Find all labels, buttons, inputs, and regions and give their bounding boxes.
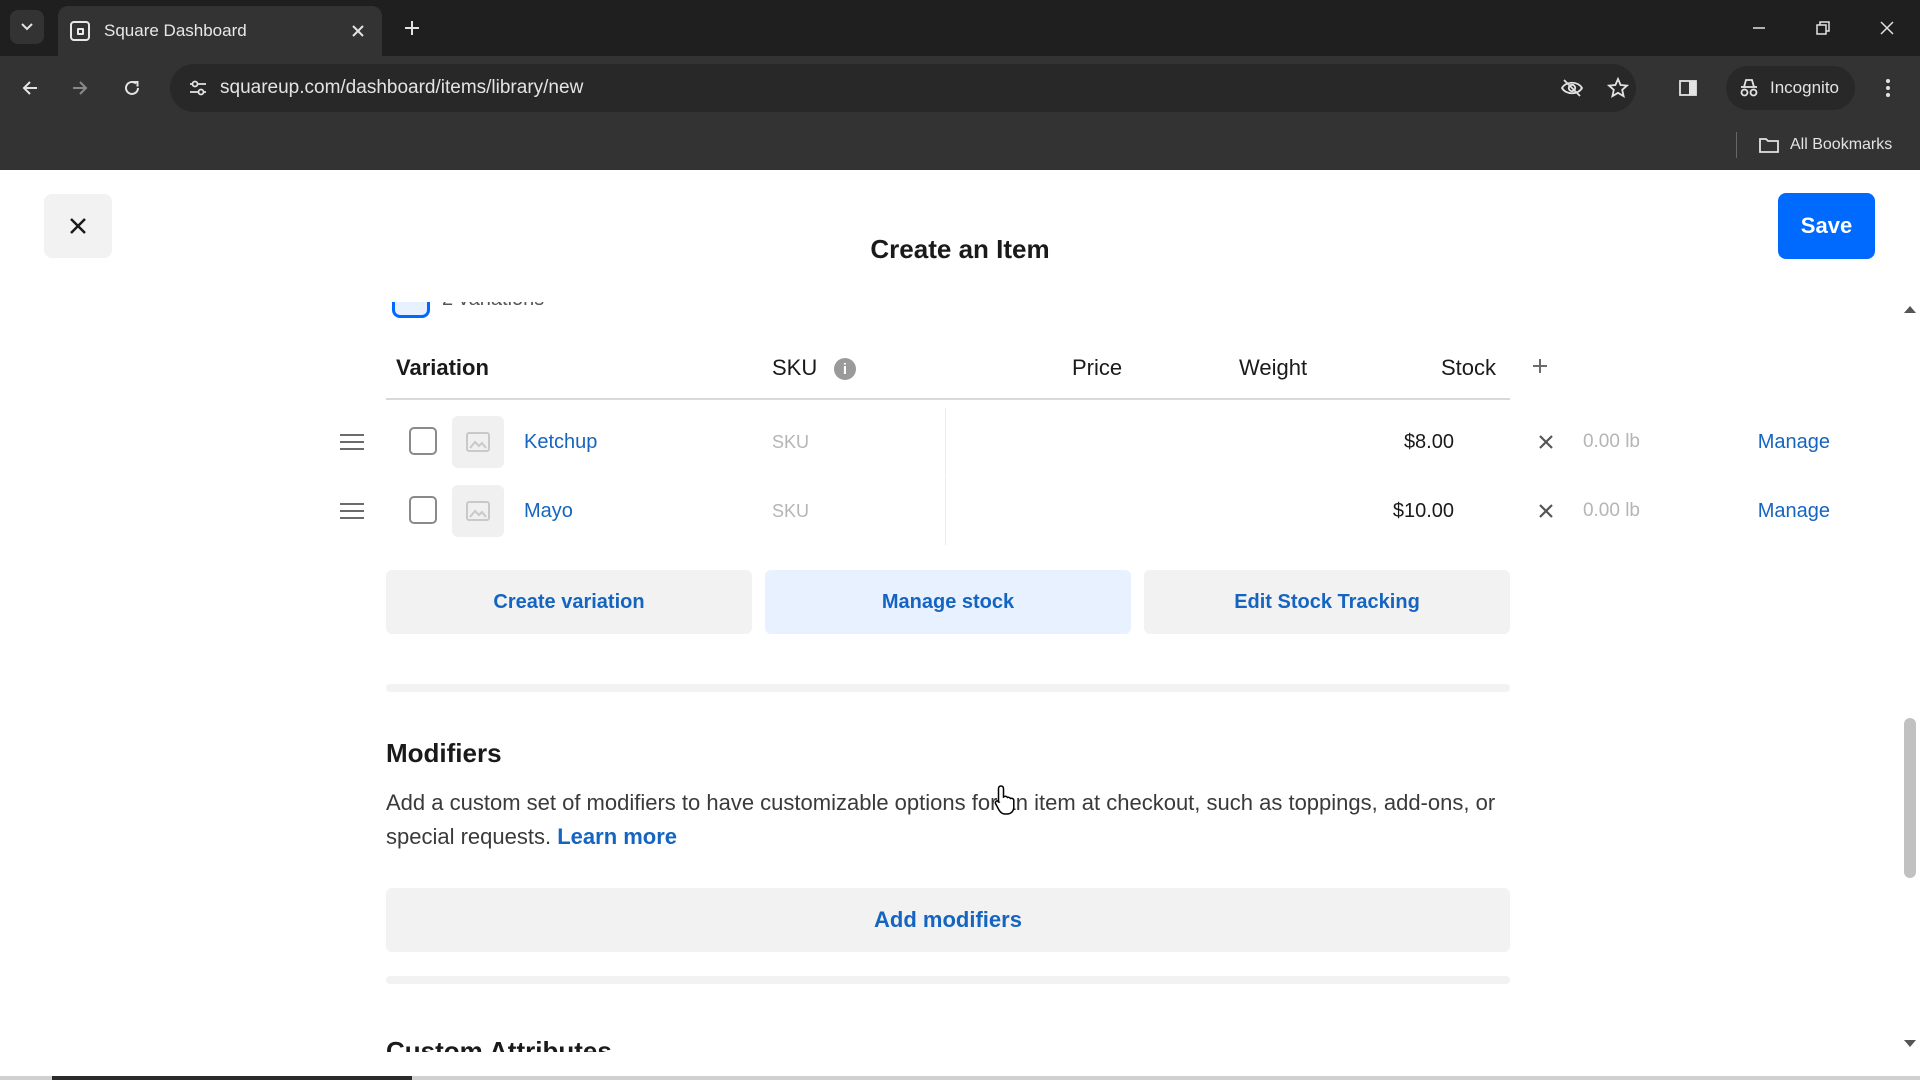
square-favicon-icon bbox=[70, 21, 90, 41]
reload-icon bbox=[125, 80, 139, 95]
reload-button[interactable] bbox=[114, 70, 150, 106]
close-icon bbox=[1880, 21, 1894, 35]
window-close-button[interactable] bbox=[1864, 8, 1910, 48]
address-bar[interactable]: squareup.com/dashboard/items/library/new bbox=[170, 64, 1636, 112]
section-divider bbox=[386, 684, 1510, 692]
browser-tab-bar: Square Dashboard bbox=[0, 0, 1920, 56]
page-scrollbar[interactable] bbox=[1900, 302, 1920, 1052]
add-column-button[interactable] bbox=[1524, 350, 1556, 382]
select-all-checkbox[interactable] bbox=[392, 302, 430, 318]
variation-name[interactable]: Ketchup bbox=[524, 408, 597, 476]
tab-search-button[interactable] bbox=[10, 10, 44, 44]
image-placeholder-icon[interactable] bbox=[452, 485, 504, 537]
column-price: Price bbox=[1072, 355, 1123, 380]
close-icon bbox=[70, 218, 86, 234]
variation-name[interactable]: Mayo bbox=[524, 477, 573, 545]
drag-handle-icon[interactable] bbox=[340, 503, 364, 519]
close-icon bbox=[1539, 435, 1553, 449]
tab-title: Square Dashboard bbox=[104, 21, 247, 40]
manage-stock-button[interactable]: Manage stock bbox=[765, 570, 1131, 634]
item-form-content: 2 variations Variation SKU i Price Weigh… bbox=[0, 302, 1900, 1052]
incognito-icon bbox=[1740, 79, 1758, 97]
site-info-button[interactable] bbox=[180, 70, 216, 106]
create-variation-button[interactable]: Create variation bbox=[386, 570, 752, 634]
all-bookmarks-button[interactable]: All Bookmarks bbox=[1758, 120, 1892, 170]
more-vertical-icon bbox=[1886, 79, 1890, 97]
minimize-button[interactable] bbox=[1736, 8, 1782, 48]
bookmark-star-icon[interactable] bbox=[1600, 70, 1636, 106]
restore-button[interactable] bbox=[1800, 8, 1846, 48]
page-title: Create an Item bbox=[870, 234, 1050, 264]
row-checkbox[interactable] bbox=[409, 427, 437, 455]
save-button[interactable]: Save bbox=[1778, 193, 1875, 259]
modifiers-description: Add a custom set of modifiers to have cu… bbox=[386, 786, 1510, 854]
manage-stock-link[interactable]: Manage bbox=[1428, 408, 1830, 476]
restore-icon bbox=[1816, 21, 1830, 35]
tune-icon bbox=[190, 80, 206, 96]
variations-count: 2 variations bbox=[442, 302, 544, 311]
scroll-up-arrow-icon[interactable] bbox=[1904, 306, 1916, 313]
new-tab-button[interactable] bbox=[396, 12, 428, 44]
sku-input[interactable]: SKU bbox=[760, 408, 946, 476]
arrow-right-icon bbox=[73, 81, 88, 95]
image-placeholder-icon[interactable] bbox=[452, 416, 504, 468]
column-variation: Variation bbox=[396, 355, 489, 380]
side-panel-button[interactable] bbox=[1670, 70, 1706, 106]
hand-cursor-icon bbox=[994, 785, 1015, 815]
custom-attributes-title: Custom Attributes bbox=[386, 1036, 612, 1052]
add-modifiers-button[interactable]: Add modifiers bbox=[386, 888, 1510, 952]
column-sku: SKU bbox=[772, 355, 818, 380]
arrow-left-icon bbox=[22, 81, 37, 95]
browser-toolbar: squareup.com/dashboard/items/library/new… bbox=[0, 56, 1920, 120]
minimize-icon bbox=[1753, 27, 1765, 29]
tab-close-button[interactable] bbox=[344, 17, 372, 45]
page-bottom-border bbox=[0, 1076, 1920, 1080]
remove-variation-button[interactable] bbox=[1532, 428, 1560, 456]
section-divider bbox=[386, 976, 1510, 984]
drag-handle-icon[interactable] bbox=[340, 434, 364, 450]
create-item-page: Create an Item Save 2 variations Variati… bbox=[0, 170, 1920, 1080]
row-checkbox[interactable] bbox=[409, 496, 437, 524]
edit-stock-tracking-button[interactable]: Edit Stock Tracking bbox=[1144, 570, 1510, 634]
manage-stock-link[interactable]: Manage bbox=[1428, 477, 1830, 545]
side-panel-icon bbox=[1679, 80, 1697, 96]
variations-table-header: Variation SKU i Price Weight Stock bbox=[386, 336, 1510, 400]
sku-info-icon[interactable]: i bbox=[834, 358, 856, 380]
learn-more-link[interactable]: Learn more bbox=[557, 824, 677, 849]
remove-variation-button[interactable] bbox=[1532, 497, 1560, 525]
modifiers-title: Modifiers bbox=[386, 738, 502, 768]
close-icon bbox=[352, 25, 364, 37]
incognito-indicator[interactable]: Incognito bbox=[1726, 66, 1855, 110]
chevron-down-icon bbox=[21, 23, 33, 31]
forward-button[interactable] bbox=[62, 70, 98, 106]
browser-menu-button[interactable] bbox=[1870, 70, 1906, 106]
incognito-label: Incognito bbox=[1770, 78, 1839, 97]
scroll-down-arrow-icon[interactable] bbox=[1904, 1040, 1916, 1047]
bookmarks-bar: All Bookmarks bbox=[0, 120, 1920, 170]
back-button[interactable] bbox=[12, 70, 48, 106]
variation-row: Ketchup SKU $8.00 0.00 lb Manage bbox=[330, 408, 1830, 476]
sku-input[interactable]: SKU bbox=[760, 477, 946, 545]
folder-icon bbox=[1759, 138, 1779, 153]
plus-icon bbox=[405, 21, 419, 35]
bookmarks-divider bbox=[1736, 132, 1737, 158]
eye-off-icon[interactable] bbox=[1554, 70, 1590, 106]
browser-tab[interactable]: Square Dashboard bbox=[58, 6, 382, 56]
url-text: squareup.com/dashboard/items/library/new bbox=[220, 77, 584, 98]
all-bookmarks-label: All Bookmarks bbox=[1790, 136, 1893, 153]
column-weight: Weight bbox=[1239, 355, 1308, 380]
modifiers-description-text: Add a custom set of modifiers to have cu… bbox=[386, 790, 1496, 849]
scroll-thumb[interactable] bbox=[1904, 718, 1916, 878]
variation-row: Mayo SKU $10.00 0.00 lb Manage bbox=[330, 477, 1830, 545]
column-stock: Stock bbox=[1441, 355, 1497, 380]
plus-icon bbox=[1533, 359, 1547, 373]
close-icon bbox=[1539, 504, 1553, 518]
